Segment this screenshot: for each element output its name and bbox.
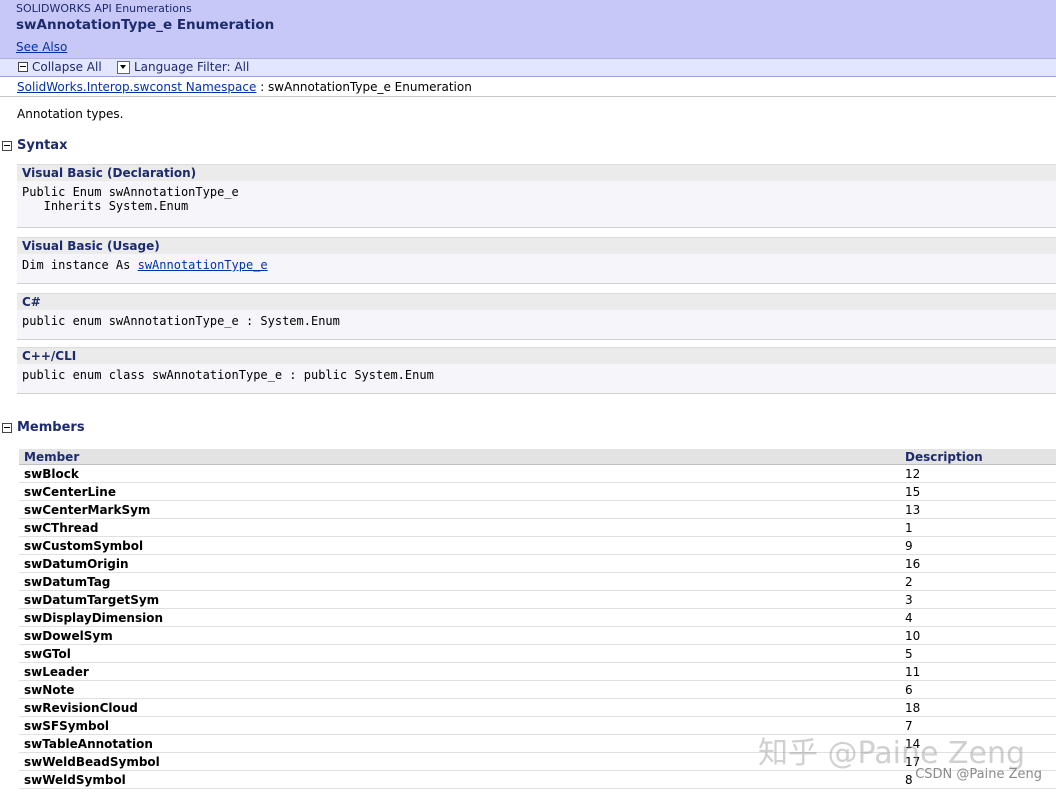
code-line: Inherits System.Enum: [22, 199, 189, 213]
table-row: swCThread 1: [19, 518, 1056, 537]
language-filter-dropdown[interactable]: Language Filter: All: [117, 60, 249, 74]
collapse-icon: [2, 140, 12, 151]
code-language-label: Visual Basic (Declaration): [17, 164, 1056, 181]
column-header-description: Description: [900, 449, 1056, 465]
member-value: 2: [900, 572, 1056, 591]
member-name: swDatumTargetSym: [19, 590, 900, 609]
member-value: 15: [900, 482, 1056, 501]
code-text: Public Enum swAnnotationType_e Inherits …: [17, 181, 1056, 228]
page-title: swAnnotationType_e Enumeration: [16, 17, 275, 33]
collapse-all-button[interactable]: Collapse All: [18, 60, 102, 74]
members-heading: Members: [17, 420, 85, 435]
code-line: public enum swAnnotationType_e : System.…: [22, 314, 340, 328]
code-text: public enum class swAnnotationType_e : p…: [17, 364, 1056, 394]
member-name: swCustomSymbol: [19, 536, 900, 555]
table-row: swDatumOrigin 16: [19, 554, 1056, 573]
divider: [0, 96, 1056, 97]
collapse-icon: [2, 422, 12, 433]
product-name: SOLIDWORKS API Enumerations: [16, 2, 192, 15]
member-value: 12: [900, 464, 1056, 483]
table-row: swGTol 5: [19, 644, 1056, 663]
table-row: swLeader 11: [19, 662, 1056, 681]
table-row: swDisplayDimension 4: [19, 608, 1056, 627]
summary-text: Annotation types.: [17, 107, 124, 121]
breadcrumb: SolidWorks.Interop.swconst Namespace : s…: [17, 80, 472, 94]
toolbar: Collapse All Language Filter: All: [0, 59, 1056, 77]
code-text: Dim instance As swAnnotationType_e: [17, 254, 1056, 284]
see-also-link[interactable]: See Also: [16, 40, 67, 54]
member-name: swCThread: [19, 518, 900, 537]
column-header-member: Member: [19, 449, 900, 465]
table-row: swDowelSym 10: [19, 626, 1056, 645]
watermark-text: 知乎 @Paine Zeng: [758, 736, 1026, 771]
table-row: swWeldSymbol 8: [19, 770, 1056, 789]
table-row: swCenterLine 15: [19, 482, 1056, 501]
language-filter-label: Language Filter: All: [134, 60, 250, 74]
member-value: 9: [900, 536, 1056, 555]
code-line: Dim instance As: [22, 258, 138, 272]
syntax-section-toggle[interactable]: Syntax: [2, 138, 67, 153]
members-section-toggle[interactable]: Members: [2, 420, 85, 435]
table-row: swRevisionCloud 18: [19, 698, 1056, 717]
chevron-down-icon: [117, 60, 130, 74]
collapse-all-label: Collapse All: [32, 60, 102, 74]
table-header-row: Member Description: [19, 449, 1056, 465]
member-value: 10: [900, 626, 1056, 645]
member-value: 6: [900, 680, 1056, 699]
code-line: Public Enum swAnnotationType_e: [22, 185, 239, 199]
namespace-link[interactable]: SolidWorks.Interop.swconst Namespace: [17, 80, 256, 94]
table-row: swBlock 12: [19, 464, 1056, 483]
member-name: swWeldSymbol: [19, 770, 900, 789]
member-name: swBlock: [19, 464, 900, 483]
code-language-label: Visual Basic (Usage): [17, 237, 1056, 254]
member-name: swDatumOrigin: [19, 554, 900, 573]
credit-text: CSDN @Paine Zeng: [915, 767, 1042, 782]
member-name: swDowelSym: [19, 626, 900, 645]
code-language-label: C#: [17, 293, 1056, 310]
member-name: swDatumTag: [19, 572, 900, 591]
member-value: 18: [900, 698, 1056, 717]
member-name: swDisplayDimension: [19, 608, 900, 627]
member-value: 13: [900, 500, 1056, 519]
code-block-vb-usage: Visual Basic (Usage) Dim instance As swA…: [17, 237, 1056, 284]
collapse-icon: [18, 62, 28, 72]
member-value: 3: [900, 590, 1056, 609]
code-block-vb-declaration: Visual Basic (Declaration) Public Enum s…: [17, 164, 1056, 228]
member-value: 4: [900, 608, 1056, 627]
code-block-csharp: C# public enum swAnnotationType_e : Syst…: [17, 293, 1056, 340]
table-row: swDatumTargetSym 3: [19, 590, 1056, 609]
member-name: swCenterMarkSym: [19, 500, 900, 519]
breadcrumb-current: : swAnnotationType_e Enumeration: [256, 80, 472, 94]
page-header: SOLIDWORKS API Enumerations swAnnotation…: [0, 0, 1056, 59]
syntax-heading: Syntax: [17, 138, 68, 153]
type-link[interactable]: swAnnotationType_e: [138, 258, 268, 272]
member-name: swRevisionCloud: [19, 698, 900, 717]
table-row: swDatumTag 2: [19, 572, 1056, 591]
member-value: 11: [900, 662, 1056, 681]
code-text: public enum swAnnotationType_e : System.…: [17, 310, 1056, 340]
table-row: swCustomSymbol 9: [19, 536, 1056, 555]
member-value: 1: [900, 518, 1056, 537]
member-name: swLeader: [19, 662, 900, 681]
code-line: public enum class swAnnotationType_e : p…: [22, 368, 434, 382]
member-name: swGTol: [19, 644, 900, 663]
member-name: swNote: [19, 680, 900, 699]
code-block-cpp-cli: C++/CLI public enum class swAnnotationTy…: [17, 347, 1056, 394]
table-row: swCenterMarkSym 13: [19, 500, 1056, 519]
member-value: 5: [900, 644, 1056, 663]
table-row: swNote 6: [19, 680, 1056, 699]
code-language-label: C++/CLI: [17, 347, 1056, 364]
member-name: swCenterLine: [19, 482, 900, 501]
member-value: 16: [900, 554, 1056, 573]
